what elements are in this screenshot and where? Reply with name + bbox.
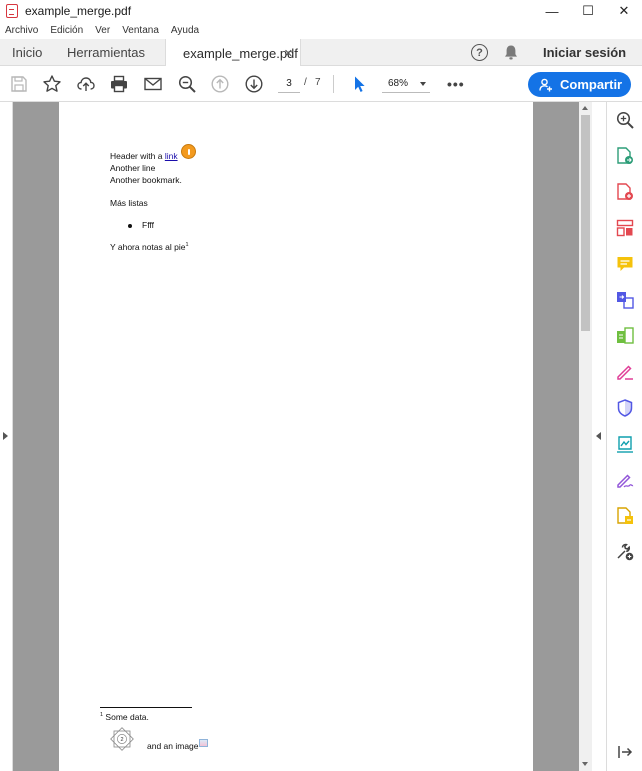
scroll-down-icon[interactable] (582, 762, 588, 766)
create-pdf-icon[interactable] (615, 182, 635, 202)
vertical-scrollbar[interactable] (579, 102, 592, 771)
menu-edicion[interactable]: Edición (45, 25, 90, 36)
menu-ver[interactable]: Ver (90, 25, 117, 36)
doc-footnote-line: Y ahora notas al pie1 (110, 242, 189, 253)
title-bar: example_merge.pdf — ☐ ✕ (0, 0, 642, 22)
inline-image-icon (199, 739, 208, 747)
maximize-button[interactable]: ☐ (570, 0, 606, 22)
scroll-up-icon[interactable] (582, 106, 588, 110)
combine-files-icon[interactable] (615, 290, 635, 310)
total-pages: 7 (315, 77, 321, 88)
cloud-upload-icon[interactable] (76, 74, 96, 94)
doc-list-item: Ffff (142, 220, 154, 230)
footnote-divider (100, 707, 192, 708)
compress-pdf-icon[interactable] (615, 506, 635, 526)
close-tab-icon[interactable]: ✕ (284, 47, 293, 60)
export-pdf-icon[interactable] (615, 146, 635, 166)
add-person-icon (539, 78, 552, 91)
previous-page-icon[interactable] (210, 74, 230, 94)
organize-pages-icon[interactable] (615, 218, 635, 238)
scrollbar-thumb[interactable] (581, 115, 590, 331)
doc-line: Another bookmark. (110, 175, 182, 185)
share-button[interactable]: Compartir (528, 72, 631, 97)
save-icon[interactable] (9, 74, 29, 94)
diagram-label: 2 (120, 737, 123, 743)
more-tools-icon[interactable] (615, 542, 635, 562)
footnote: 1 Some data. (100, 712, 149, 723)
notification-bell-icon[interactable] (503, 44, 519, 61)
collapse-right-panel-icon[interactable] (596, 432, 601, 440)
tab-bar: Inicio Herramientas example_merge.pdf ✕ … (0, 39, 642, 67)
expand-left-panel-icon[interactable] (3, 432, 8, 440)
document-viewport[interactable]: Header with a link Another line Another … (13, 102, 579, 771)
help-icon[interactable]: ? (471, 44, 488, 61)
menu-ventana[interactable]: Ventana (117, 25, 166, 36)
left-navigation-panel (0, 102, 13, 771)
zoom-select[interactable]: 68% (382, 75, 430, 93)
image-caption: and an image (147, 741, 199, 751)
doc-heading: Más listas (110, 198, 148, 208)
document-page: Header with a link Another line Another … (59, 102, 533, 771)
minimize-button[interactable]: — (534, 0, 570, 22)
close-window-button[interactable]: ✕ (606, 0, 642, 22)
doc-link[interactable]: link (165, 151, 178, 161)
diagram-figure: 2 (110, 727, 134, 751)
tab-document[interactable]: example_merge.pdf ✕ (165, 39, 301, 67)
email-icon[interactable] (143, 74, 163, 94)
edit-pdf-icon[interactable] (615, 326, 635, 346)
tab-document-label: example_merge.pdf (183, 45, 298, 61)
more-options-icon[interactable]: ••• (447, 76, 465, 92)
page-separator: / (304, 77, 307, 88)
select-cursor-icon[interactable] (349, 74, 369, 94)
window-controls: — ☐ ✕ (534, 0, 642, 22)
doc-line: Another line (110, 163, 156, 173)
doc-footnote-line-text: Y ahora notas al pie (110, 242, 186, 252)
next-page-icon[interactable] (244, 74, 264, 94)
doc-header-text: Header with a (110, 151, 165, 161)
zoom-out-icon[interactable] (177, 74, 197, 94)
comment-note-icon[interactable] (181, 144, 196, 159)
zoom-search-icon[interactable] (615, 110, 635, 130)
print-icon[interactable] (109, 74, 129, 94)
sign-in-link[interactable]: Iniciar sesión (543, 45, 626, 60)
doc-header-line: Header with a link (110, 151, 178, 162)
star-bookmark-icon[interactable] (42, 74, 62, 94)
scan-enhance-icon[interactable] (615, 434, 635, 454)
bullet-icon (128, 224, 132, 228)
menu-ayuda[interactable]: Ayuda (166, 25, 206, 36)
pdf-file-icon (6, 4, 18, 18)
chevron-down-icon (420, 82, 426, 86)
collapse-panel-icon[interactable] (615, 742, 635, 762)
page-number-input[interactable]: 3 (278, 75, 300, 93)
comment-icon[interactable] (615, 254, 635, 274)
tab-home[interactable]: Inicio (12, 39, 42, 66)
zoom-value: 68% (388, 78, 409, 89)
menu-archivo[interactable]: Archivo (0, 25, 45, 36)
tools-pane (606, 102, 642, 771)
menu-bar: Archivo Edición Ver Ventana Ayuda (0, 22, 642, 39)
fill-sign-icon[interactable] (615, 362, 635, 382)
toolbar-divider (333, 75, 334, 93)
tab-tools[interactable]: Herramientas (67, 39, 145, 66)
footnote-text: Some data. (103, 712, 149, 722)
window-title: example_merge.pdf (25, 4, 132, 18)
request-signature-icon[interactable] (615, 470, 635, 490)
protect-icon[interactable] (615, 398, 635, 418)
share-label: Compartir (560, 77, 623, 92)
footnote-reference[interactable]: 1 (185, 242, 188, 248)
right-panel-toggle (592, 102, 606, 771)
